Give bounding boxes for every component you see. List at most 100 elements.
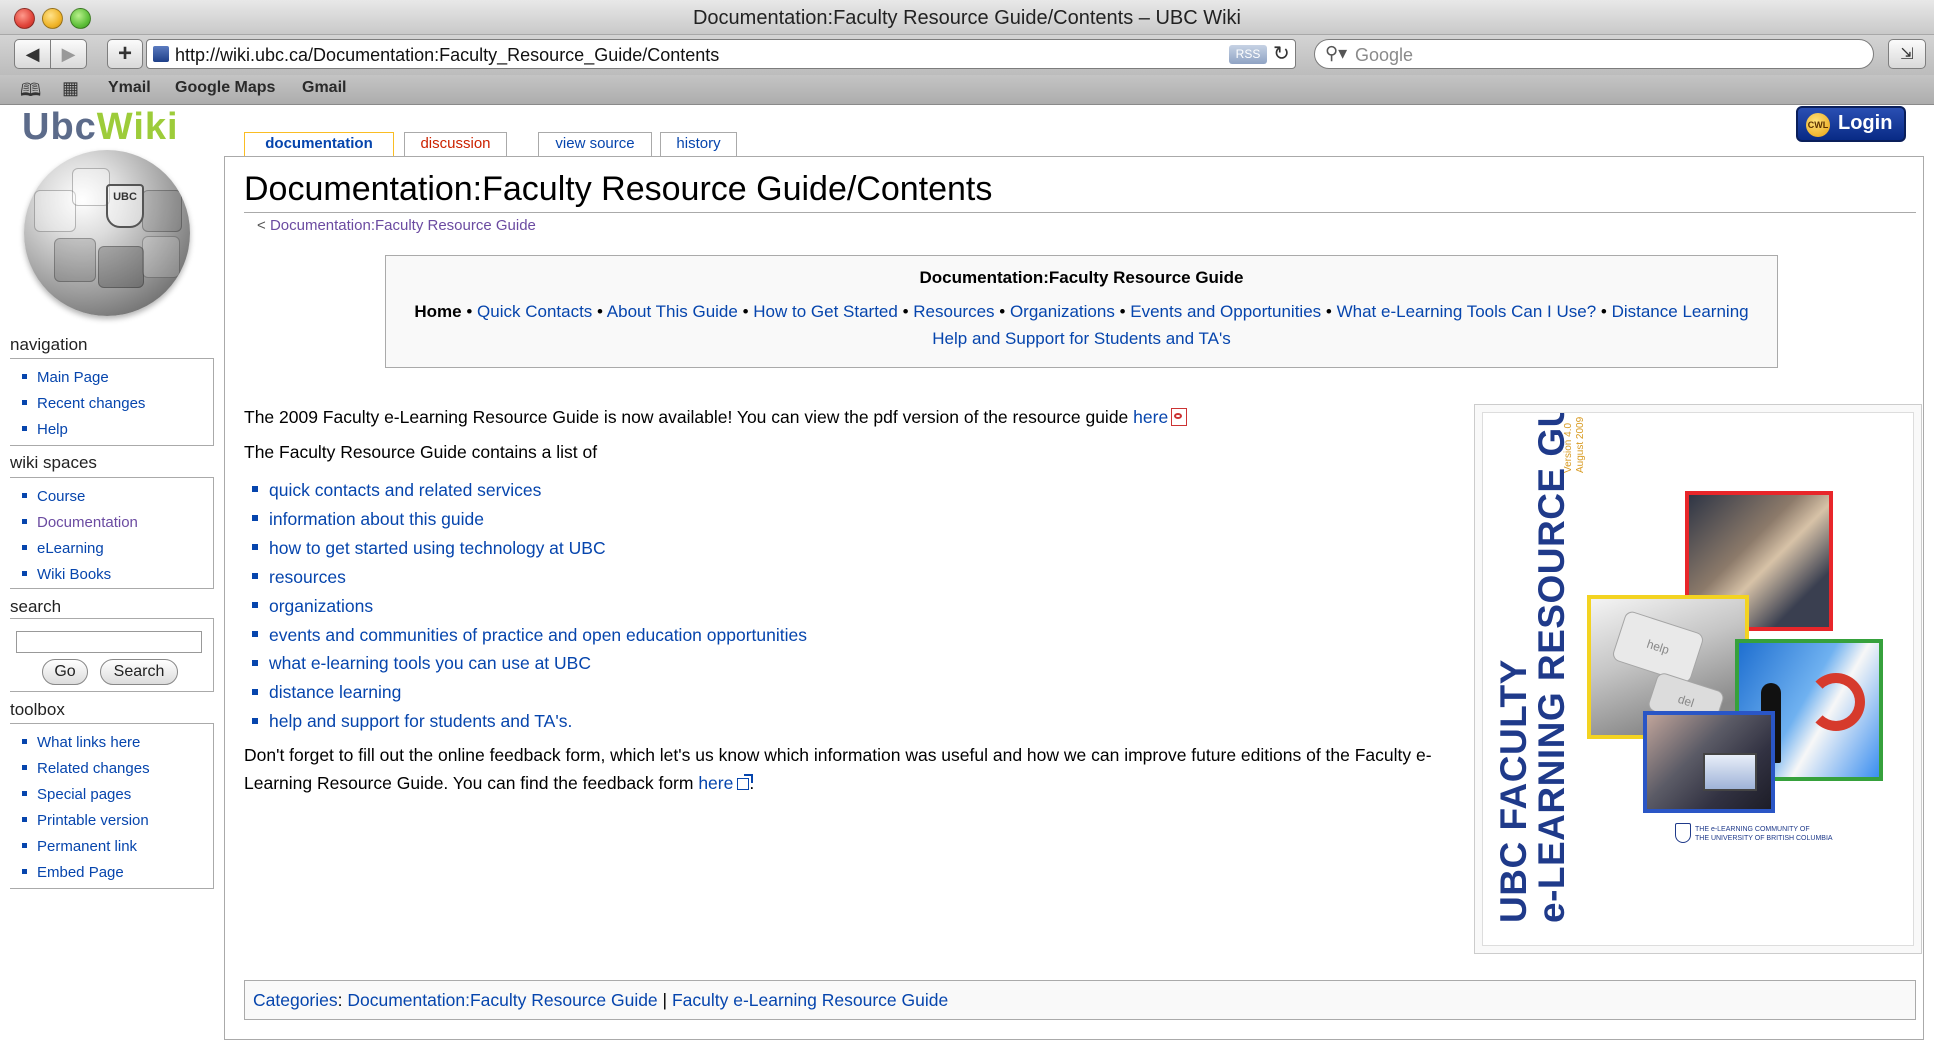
feedback-here-link[interactable]: here (698, 773, 733, 793)
plus-icon: + (117, 40, 132, 67)
tab-view-source[interactable]: view source (538, 132, 652, 156)
list-item[interactable]: organizations (252, 592, 807, 621)
bookmark-gmail[interactable]: Gmail (302, 79, 346, 97)
guide-navbox: Documentation:Faculty Resource Guide Hom… (385, 255, 1778, 368)
sidebar-item-elearning[interactable]: eLearning (22, 536, 213, 562)
bookmarks-menu-button[interactable]: ⇲ (1888, 39, 1926, 69)
category-links: Categories: Documentation:Faculty Resour… (244, 980, 1916, 1020)
list-item[interactable]: distance learning (252, 678, 807, 707)
tab-history[interactable]: history (660, 132, 737, 156)
list-item[interactable]: events and communities of practice and o… (252, 621, 807, 650)
list-item[interactable]: what e-learning tools you can use at UBC (252, 649, 807, 678)
sidebar-item-permanent-link[interactable]: Permanent link (22, 834, 213, 860)
open-book-icon[interactable]: 🕮 (20, 78, 41, 108)
site-favicon-icon (153, 46, 169, 62)
breadcrumb-parent-link[interactable]: Documentation:Faculty Resource Guide (270, 217, 536, 234)
cover-version: Version 4.0 August 2009 (1563, 413, 1587, 473)
cover-title: UBC FACULTY e-LEARNING RESOURCE GUIDE (1493, 412, 1572, 923)
list-item[interactable]: information about this guide (252, 505, 807, 534)
category-link-guide[interactable]: Documentation:Faculty Resource Guide (347, 990, 657, 1010)
navbox-link-help-support[interactable]: Help and Support for Students and TA's (932, 329, 1230, 348)
intro-paragraph: The 2009 Faculty e-Learning Resource Gui… (244, 405, 1188, 428)
categories-label-link[interactable]: Categories (253, 990, 338, 1010)
login-button[interactable]: CWL Login (1796, 106, 1906, 142)
list-item[interactable]: quick contacts and related services (252, 476, 807, 505)
web-search-field[interactable]: ⚲▾ Google (1314, 39, 1874, 69)
url-text: http://wiki.ubc.ca/Documentation:Faculty… (175, 45, 720, 65)
reload-icon[interactable]: ↻ (1273, 41, 1290, 66)
cover-version-line1: Version 4.0 (1563, 422, 1574, 473)
address-bar[interactable]: http://wiki.ubc.ca/Documentation:Faculty… (146, 39, 1296, 69)
window-title: Documentation:Faculty Resource Guide/Con… (692, 7, 1241, 29)
navbox-links: Home • Quick Contacts • About This Guide… (414, 302, 1749, 348)
navbox-link-distance-learning[interactable]: Distance Learning (1612, 302, 1749, 321)
cover-key-help: help (1610, 609, 1706, 685)
guide-contents-list: quick contacts and related services info… (252, 476, 807, 736)
sidebar-item-special-pages[interactable]: Special pages (22, 782, 213, 808)
cover-footer-line1: THE e-LEARNING COMMUNITY OF (1695, 826, 1810, 833)
sidebar-item-printable-version[interactable]: Printable version (22, 808, 213, 834)
bookmark-google-maps[interactable]: Google Maps (175, 79, 275, 97)
search-button[interactable]: Search (100, 659, 178, 685)
list-item[interactable]: resources (252, 563, 807, 592)
logo-ubc-text: Ubc (22, 106, 97, 148)
page-title: Documentation:Faculty Resource Guide/Con… (244, 170, 993, 208)
pdf-icon[interactable] (1171, 408, 1188, 426)
feedback-paragraph: Don't forget to fill out the online feed… (244, 741, 1444, 797)
sidebar-item-embed-page[interactable]: Embed Page (22, 860, 213, 886)
wiki-spaces-portlet: Course Documentation eLearning Wiki Book… (10, 477, 214, 589)
external-link-icon (737, 774, 754, 790)
add-bookmark-button[interactable]: + (107, 39, 143, 69)
navbox-link-tools[interactable]: What e-Learning Tools Can I Use? (1337, 302, 1597, 321)
intro-text: The 2009 Faculty e-Learning Resource Gui… (244, 407, 1134, 427)
cover-version-line2: August 2009 (1575, 416, 1586, 473)
tab-documentation[interactable]: documentation (244, 132, 394, 157)
navigation-portlet: Main Page Recent changes Help (10, 358, 214, 446)
search-portlet: Go Search (10, 618, 214, 692)
title-divider (244, 212, 1916, 213)
navbox-link-about[interactable]: About This Guide (607, 302, 738, 321)
navbox-link-quick-contacts[interactable]: Quick Contacts (477, 302, 592, 321)
cover-arrow-icon (1807, 673, 1865, 731)
cover-ubc-crest-icon (1675, 823, 1691, 843)
forward-button[interactable]: ▶ (50, 39, 87, 69)
ubc-wiki-logo[interactable]: UbcWiki (22, 106, 179, 149)
cover-laptop-screen (1703, 753, 1757, 791)
grid-icon[interactable]: ▦ (62, 78, 79, 99)
go-button[interactable]: Go (42, 659, 88, 685)
wiki-search-input[interactable] (16, 631, 202, 653)
navbox-current-home: Home (414, 302, 462, 321)
category-link-elearning-guide[interactable]: Faculty e-Learning Resource Guide (672, 990, 948, 1010)
window-titlebar: Documentation:Faculty Resource Guide/Con… (0, 0, 1934, 35)
back-button[interactable]: ◀ (14, 39, 51, 69)
bookmarks-bar: 🕮 ▦ Ymail Google Maps Gmail (0, 75, 1934, 105)
navbox-link-events[interactable]: Events and Opportunities (1130, 302, 1321, 321)
navbox-title: Documentation:Faculty Resource Guide (919, 268, 1244, 287)
rss-button[interactable]: RSS (1229, 45, 1267, 64)
navbox-link-get-started[interactable]: How to Get Started (753, 302, 898, 321)
search-heading: search (10, 597, 62, 616)
cover-title-line2: e-LEARNING RESOURCE GUIDE (1531, 412, 1572, 923)
resource-guide-cover-image[interactable]: UBC FACULTY e-LEARNING RESOURCE GUIDE Ver… (1482, 412, 1914, 946)
sidebar-item-recent-changes[interactable]: Recent changes (22, 391, 213, 417)
sidebar-item-related-changes[interactable]: Related changes (22, 756, 213, 782)
cwl-icon: CWL (1806, 113, 1830, 137)
breadcrumb-prefix: < (257, 217, 270, 234)
list-item[interactable]: how to get started using technology at U… (252, 534, 807, 563)
wiki-globe-logo[interactable]: UBC (24, 150, 190, 316)
navigation-heading: navigation (10, 335, 88, 354)
sidebar-item-wiki-books[interactable]: Wiki Books (22, 562, 213, 588)
navbox-link-organizations[interactable]: Organizations (1010, 302, 1115, 321)
cover-footer: THE e-LEARNING COMMUNITY OF THE UNIVERSIT… (1695, 825, 1833, 843)
list-item[interactable]: help and support for students and TA's. (252, 707, 807, 736)
navbox-link-resources[interactable]: Resources (913, 302, 994, 321)
sidebar-item-main-page[interactable]: Main Page (22, 365, 213, 391)
sidebar-item-documentation[interactable]: Documentation (22, 510, 213, 536)
sidebar-item-course[interactable]: Course (22, 484, 213, 510)
bookmark-ymail[interactable]: Ymail (108, 79, 151, 97)
pdf-here-link[interactable]: here (1133, 407, 1168, 427)
sidebar-item-help[interactable]: Help (22, 417, 213, 443)
sidebar-item-what-links-here[interactable]: What links here (22, 730, 213, 756)
forward-arrow-icon: ▶ (61, 43, 76, 64)
tab-discussion[interactable]: discussion (404, 132, 507, 156)
